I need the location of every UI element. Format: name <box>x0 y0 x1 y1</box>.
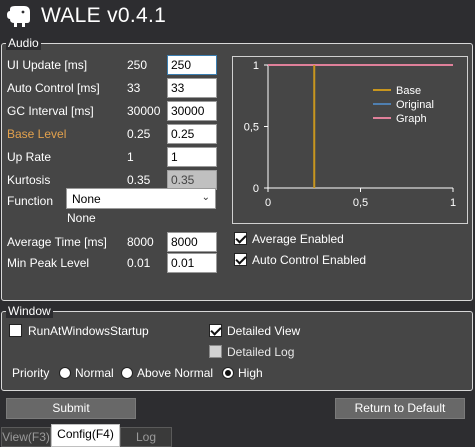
tab-bar: View(F3) Config(F4) Log <box>0 423 475 447</box>
base-level-input[interactable] <box>167 124 217 144</box>
tab-log[interactable]: Log <box>120 427 172 447</box>
average-time-input[interactable] <box>167 232 217 252</box>
tab-view[interactable]: View(F3) <box>1 427 51 447</box>
legend-label-original: Original <box>396 99 434 111</box>
chart-axes <box>267 65 453 189</box>
level-chart-plot: 0 0,5 1 0 0,5 1 Base Original Graph <box>244 60 456 209</box>
gc-interval-input[interactable] <box>167 101 217 121</box>
base-level-current: 0.25 <box>127 127 151 141</box>
level-chart: 0 0,5 1 0 0,5 1 Base Original Graph <box>232 56 468 224</box>
priority-above-normal-label: Above Normal <box>137 366 214 380</box>
gc-interval-label: GC Interval [ms] <box>7 104 94 118</box>
priority-normal-label: Normal <box>75 366 114 380</box>
legend-label-base: Base <box>396 85 421 97</box>
detailed-log-checkbox[interactable] <box>209 345 222 358</box>
ui-update-current: 250 <box>127 58 148 72</box>
function-select-value: None <box>72 192 101 206</box>
detailed-log-label: Detailed Log <box>227 345 295 359</box>
auto-control-enabled-checkbox[interactable] <box>234 253 247 266</box>
run-at-startup-label: RunAtWindowsStartup <box>28 324 149 338</box>
ui-update-input[interactable] <box>167 55 217 75</box>
average-time-current: 8000 <box>127 235 154 249</box>
kurtosis-input <box>167 170 217 190</box>
kurtosis-current: 0.35 <box>127 173 151 187</box>
audio-group-title: Audio <box>6 36 41 50</box>
return-to-default-button[interactable]: Return to Default <box>335 398 465 419</box>
chart-series <box>268 64 453 188</box>
ui-update-label: UI Update [ms] <box>7 58 88 72</box>
average-time-label: Average Time [ms] <box>7 235 107 249</box>
chevron-down-icon: ⌄ <box>201 192 210 203</box>
average-enabled-checkbox[interactable] <box>234 232 247 245</box>
min-peak-input[interactable] <box>167 253 217 273</box>
auto-control-label: Auto Control [ms] <box>7 81 100 95</box>
app-title: WALE v0.4.1 <box>41 4 167 27</box>
average-enabled-label: Average Enabled <box>252 232 344 246</box>
kurtosis-label: Kurtosis <box>7 173 51 187</box>
x-tick-label: 0,5 <box>353 197 368 209</box>
priority-high-radio[interactable] <box>222 367 234 379</box>
function-current: None <box>67 211 96 225</box>
y-tick-label: 0 <box>253 183 259 195</box>
auto-control-enabled-label: Auto Control Enabled <box>252 253 367 267</box>
tab-config[interactable]: Config(F4) <box>51 424 120 447</box>
elephant-icon <box>7 6 30 27</box>
up-rate-label: Up Rate <box>7 150 52 164</box>
base-level-label: Base Level <box>7 127 67 141</box>
up-rate-current: 1 <box>127 150 134 164</box>
min-peak-current: 0.01 <box>127 256 151 270</box>
submit-button[interactable]: Submit <box>6 398 136 419</box>
legend-label-graph: Graph <box>396 113 427 125</box>
gc-interval-current: 30000 <box>127 104 161 118</box>
y-tick-label: 1 <box>253 60 259 72</box>
function-label: Function <box>7 194 54 208</box>
up-rate-input[interactable] <box>167 147 217 167</box>
detailed-view-label: Detailed View <box>227 324 301 338</box>
function-select[interactable]: None ⌄ <box>66 188 216 209</box>
auto-control-current: 33 <box>127 81 141 95</box>
auto-control-input[interactable] <box>167 78 217 98</box>
priority-above-normal-radio[interactable] <box>121 367 133 379</box>
window-group-title: Window <box>6 304 53 318</box>
chart-ticks: 0 0,5 1 0 0,5 1 <box>244 60 456 209</box>
x-tick-label: 1 <box>450 197 456 209</box>
y-tick-label: 0,5 <box>244 122 259 134</box>
x-tick-label: 0 <box>265 197 271 209</box>
priority-normal-radio[interactable] <box>59 367 71 379</box>
detailed-view-checkbox[interactable] <box>209 324 222 337</box>
min-peak-label: Min Peak Level <box>7 256 90 270</box>
priority-high-label: High <box>238 366 263 380</box>
priority-label: Priority <box>12 366 50 380</box>
chart-legend: Base Original Graph <box>373 85 434 125</box>
run-at-startup-checkbox[interactable] <box>9 324 22 337</box>
title-bar: WALE v0.4.1 <box>0 0 475 36</box>
